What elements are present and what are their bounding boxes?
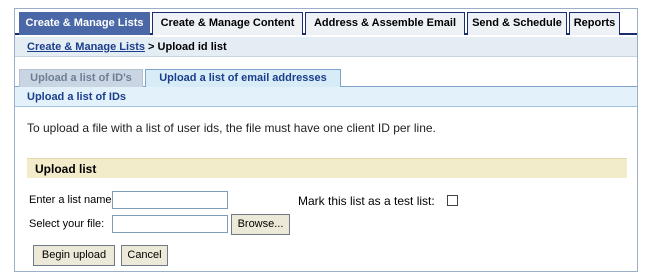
upload-list-heading: Upload list: [27, 158, 627, 178]
tab-send-schedule[interactable]: Send & Schedule: [467, 12, 567, 35]
tab-create-manage-content[interactable]: Create & Manage Content: [152, 12, 303, 35]
main-tab-bar: Create & Manage Lists Create & Manage Co…: [15, 9, 637, 35]
breadcrumb-separator: >: [148, 41, 155, 53]
begin-upload-button[interactable]: Begin upload: [33, 245, 115, 266]
subtab-upload-emails[interactable]: Upload a list of email addresses: [145, 69, 341, 87]
list-name-input[interactable]: [112, 191, 228, 209]
breadcrumb: Create & Manage Lists > Upload id list: [15, 37, 637, 57]
tab-reports[interactable]: Reports: [569, 12, 620, 35]
subtab-upload-ids[interactable]: Upload a list of ID's: [19, 69, 143, 87]
list-name-label: Enter a list name:: [29, 194, 115, 206]
cancel-button[interactable]: Cancel: [121, 245, 168, 266]
file-path-input[interactable]: [112, 215, 228, 233]
file-label: Select your file:: [29, 218, 105, 230]
upload-tab-bar: Upload a list of ID's Upload a list of e…: [15, 65, 637, 87]
section-title: Upload a list of IDs: [15, 87, 637, 107]
main-frame: Create & Manage Lists Create & Manage Co…: [14, 8, 638, 272]
test-list-label: Mark this list as a test list:: [298, 194, 435, 208]
test-list-checkbox[interactable]: [447, 195, 458, 206]
breadcrumb-link-create-manage-lists[interactable]: Create & Manage Lists: [27, 41, 145, 53]
tab-address-assemble-email[interactable]: Address & Assemble Email: [305, 12, 465, 35]
section-description: To upload a file with a list of user ids…: [27, 121, 436, 135]
breadcrumb-current: Upload id list: [157, 41, 227, 53]
tab-create-manage-lists[interactable]: Create & Manage Lists: [19, 12, 150, 35]
browse-button[interactable]: Browse...: [231, 214, 290, 235]
